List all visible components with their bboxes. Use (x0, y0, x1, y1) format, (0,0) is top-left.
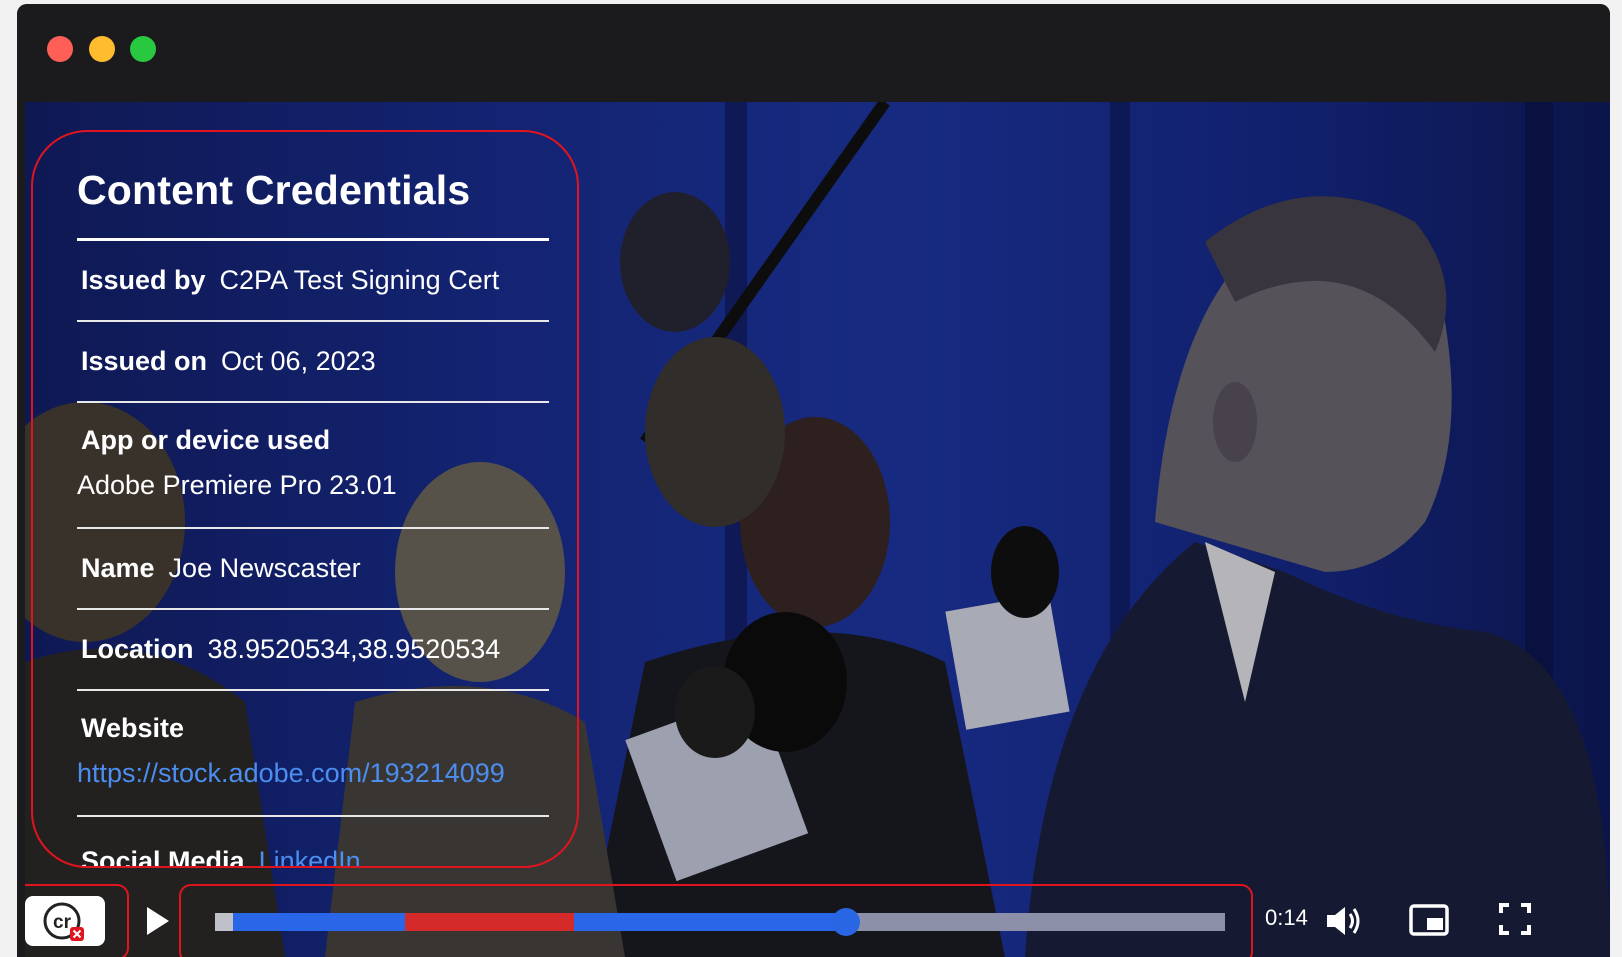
close-window-button[interactable] (47, 36, 73, 62)
issued-by-row: Issued by C2PA Test Signing Cert (77, 241, 549, 322)
browser-window: Content Credentials Issued by C2PA Test … (17, 4, 1610, 957)
content-credentials-icon: cr (43, 902, 84, 941)
name-label: Name (81, 553, 155, 583)
website-row: Website https://stock.adobe.com/19321409… (77, 691, 549, 817)
issued-by-value: C2PA Test Signing Cert (219, 265, 500, 295)
app-value: Adobe Premiere Pro 23.01 (77, 470, 397, 500)
video-controls: cr 0:14 (25, 861, 1610, 957)
maximize-window-button[interactable] (130, 36, 156, 62)
panel-title: Content Credentials (77, 167, 471, 213)
location-value: 38.9520534,38.9520534 (207, 634, 501, 664)
issued-on-value: Oct 06, 2023 (221, 346, 376, 376)
seek-segment (404, 913, 574, 931)
location-row: Location 38.9520534,38.9520534 (77, 610, 549, 691)
credentials-content: Content Credentials Issued by C2PA Test … (77, 132, 549, 866)
website-link[interactable]: https://stock.adobe.com/193214099 (77, 758, 505, 788)
fullscreen-icon[interactable] (1497, 901, 1533, 937)
title-bar (17, 4, 1610, 102)
minimize-window-button[interactable] (89, 36, 115, 62)
current-time: 0:14 (1265, 905, 1308, 930)
issued-by-label: Issued by (81, 265, 206, 295)
cr-badge-text: cr (53, 912, 72, 933)
name-row: Name Joe Newscaster (77, 529, 549, 610)
play-button[interactable] (139, 897, 179, 945)
issued-on-row: Issued on Oct 06, 2023 (77, 322, 549, 403)
video-frame[interactable]: Content Credentials Issued by C2PA Test … (25, 102, 1610, 957)
content-credentials-panel: Content Credentials Issued by C2PA Test … (31, 130, 579, 868)
name-value: Joe Newscaster (168, 553, 361, 583)
picture-in-picture-icon[interactable] (1408, 901, 1450, 939)
location-label: Location (81, 634, 194, 664)
play-icon (147, 907, 169, 935)
seek-segment (215, 913, 234, 931)
seek-bar[interactable] (215, 913, 1225, 931)
seek-segment (233, 913, 405, 931)
app-row: App or device used Adobe Premiere Pro 23… (77, 403, 549, 529)
seek-segment (573, 913, 847, 931)
volume-icon[interactable] (1323, 901, 1363, 941)
website-label: Website (81, 713, 185, 743)
issued-on-label: Issued on (81, 346, 208, 376)
content-credentials-button[interactable]: cr (25, 896, 105, 946)
app-label: App or device used (81, 425, 331, 455)
